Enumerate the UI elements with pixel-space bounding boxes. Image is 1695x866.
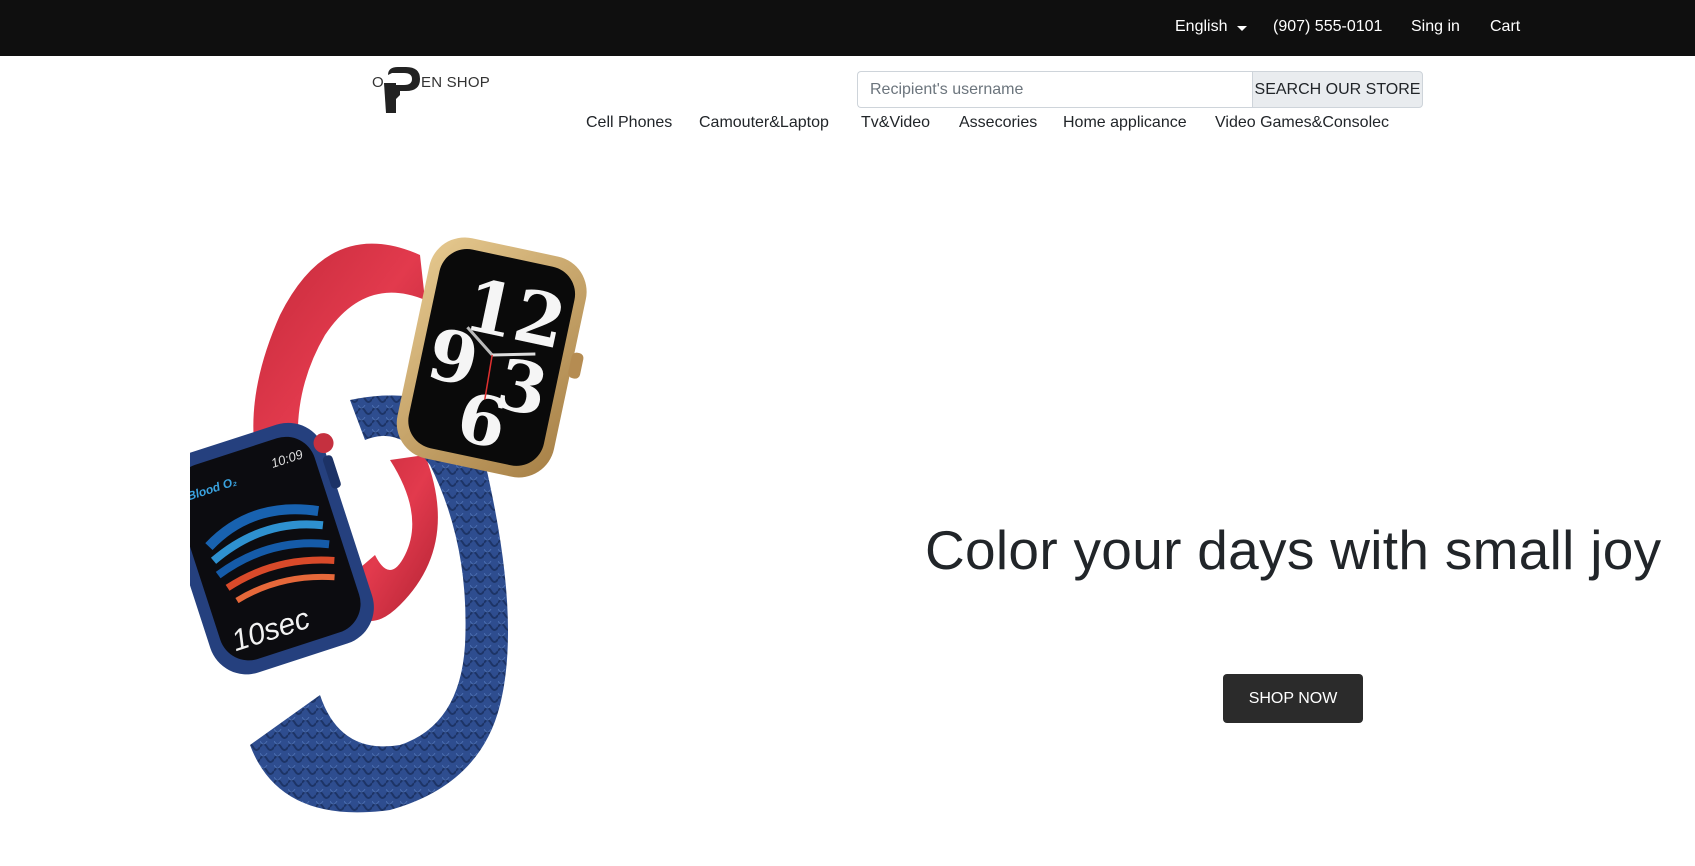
nav-item-cell-phones[interactable]: Cell Phones [586,114,672,132]
search-group: SEARCH OUR STORE [857,71,1423,108]
watch-hero-image: 10:09 Blood O₂ 10sec 12 9 3 6 [190,237,587,813]
language-label: English [1175,18,1228,35]
nav-item-accessories[interactable]: Assecories [959,114,1037,132]
hero-headline: Color your days with small joy [925,519,1662,581]
nav-item-computer-laptop[interactable]: Camouter&Laptop [699,114,829,132]
nav-item-home-appliance[interactable]: Home applicance [1063,114,1187,132]
chevron-down-icon [1237,25,1248,31]
signin-link[interactable]: Sing in [1411,18,1460,36]
search-input[interactable] [857,71,1252,108]
nav-item-video-games[interactable]: Video Games&Consolec [1215,114,1389,132]
phone-link[interactable]: (907) 555-0101 [1273,18,1382,36]
cart-link[interactable]: Cart [1490,18,1520,36]
search-button[interactable]: SEARCH OUR STORE [1252,71,1423,108]
top-bar: English (907) 555-0101 Sing in Cart [0,0,1695,56]
logo-text: EN SHOP [421,74,490,91]
nav-item-tv-video[interactable]: Tv&Video [861,114,930,132]
site-logo[interactable]: O EN SHOP [372,62,502,114]
logo-p-icon [384,67,420,113]
shop-now-button[interactable]: SHOP NOW [1223,674,1363,723]
language-dropdown[interactable]: English [1175,18,1248,36]
